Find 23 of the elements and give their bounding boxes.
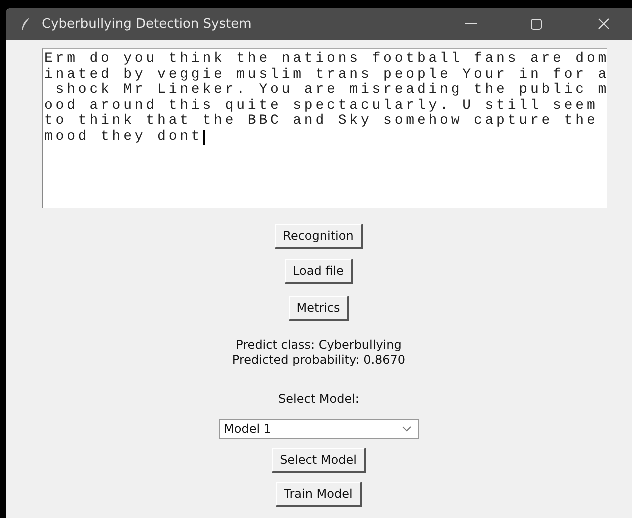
result-text: Predicted probability: 0.8670	[232, 353, 406, 368]
action-button[interactable]: Load file	[285, 259, 353, 284]
close-icon	[598, 18, 610, 30]
text-line: Erm do you think the nations football fans are dom	[44, 52, 610, 68]
result-text: Predict class: Cyberbullying	[235, 338, 403, 353]
text-line: mood they dont	[44, 130, 203, 146]
minimize-icon	[465, 23, 477, 25]
text-line: inated by veggie muslim trans people Your in for a	[44, 68, 610, 83]
model-button[interactable]: Train Model	[276, 482, 362, 507]
model-label: Select Model:	[278, 392, 360, 406]
feather-icon	[20, 17, 32, 31]
text-cursor	[202, 130, 205, 146]
maximize-icon	[530, 18, 542, 30]
window-title: Cyberbullying Detection System	[42, 16, 253, 32]
chevron-icon	[402, 426, 412, 432]
action-button[interactable]: Metrics	[288, 296, 350, 321]
action-button[interactable]: Recognition	[275, 224, 363, 249]
text-line: shock Mr Lineker. You are misreading the public m	[54, 83, 610, 98]
text-line: to think that the BBC and Sky somehow capture the	[44, 114, 598, 130]
model-dropdown[interactable]: Model 1	[219, 419, 419, 439]
text-line: ood around this quite spectacularly. U still seem	[44, 98, 598, 114]
text-input-area[interactable]	[42, 48, 606, 208]
model-button[interactable]: Select Model	[272, 448, 366, 473]
